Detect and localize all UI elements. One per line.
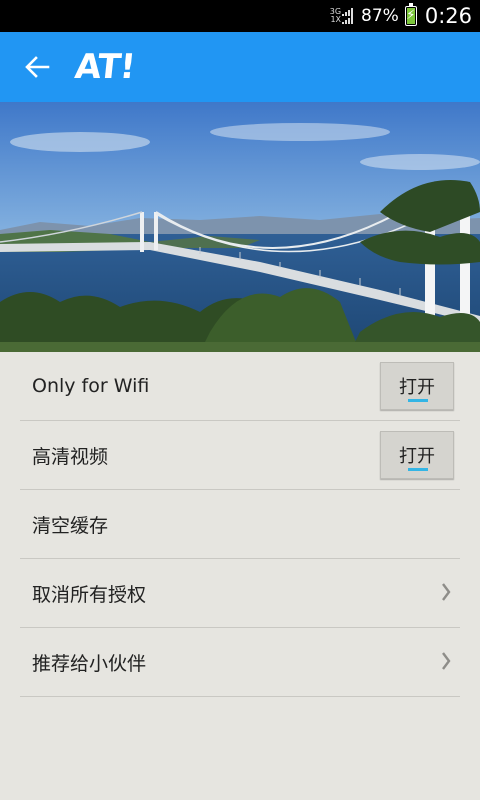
chevron-right-icon (442, 652, 451, 670)
status-bar: 3G 1X 87% ⚡ 0:26 (0, 0, 480, 32)
settings-item-recommend-friends[interactable]: 推荐给小伙伴 (20, 628, 460, 697)
chevron-right-icon (442, 583, 451, 601)
toggle-indicator (408, 468, 428, 471)
network-indicator: 3G 1X (330, 8, 354, 24)
settings-item-hd-video[interactable]: 高清视频 打开 (20, 421, 460, 490)
settings-item-label: 取消所有授权 (32, 583, 147, 606)
clock: 0:26 (424, 4, 472, 28)
toggle-indicator (408, 399, 428, 402)
signal-icon (342, 8, 354, 16)
battery-percentage: 87% (361, 6, 399, 26)
settings-list: Only for Wifi 打开 高清视频 打开 清空缓存 取消所有授权 推荐给… (20, 352, 460, 697)
hd-video-toggle[interactable]: 打开 (380, 431, 454, 479)
settings-item-revoke-authorization[interactable]: 取消所有授权 (20, 559, 460, 628)
wifi-only-toggle[interactable]: 打开 (380, 362, 454, 410)
settings-item-label: Only for Wifi (32, 375, 150, 397)
network-type-bottom: 1X (330, 15, 342, 24)
settings-item-wifi-only[interactable]: Only for Wifi 打开 (20, 352, 460, 421)
back-arrow-icon[interactable] (24, 54, 50, 80)
charging-bolt-icon: ⚡ (406, 8, 416, 23)
settings-item-clear-cache[interactable]: 清空缓存 (20, 490, 460, 559)
settings-item-label: 清空缓存 (32, 514, 109, 537)
banner-image (0, 102, 480, 352)
signal-icon-secondary (342, 16, 354, 24)
battery-icon: ⚡ (404, 3, 417, 26)
settings-item-label: 高清视频 (32, 445, 109, 468)
toggle-label: 打开 (399, 377, 435, 398)
bridge-landscape-image (0, 102, 480, 352)
app-logo: AT! (72, 47, 137, 87)
app-bar: AT! (0, 32, 480, 102)
settings-item-label: 推荐给小伙伴 (32, 652, 147, 675)
toggle-label: 打开 (399, 446, 435, 467)
